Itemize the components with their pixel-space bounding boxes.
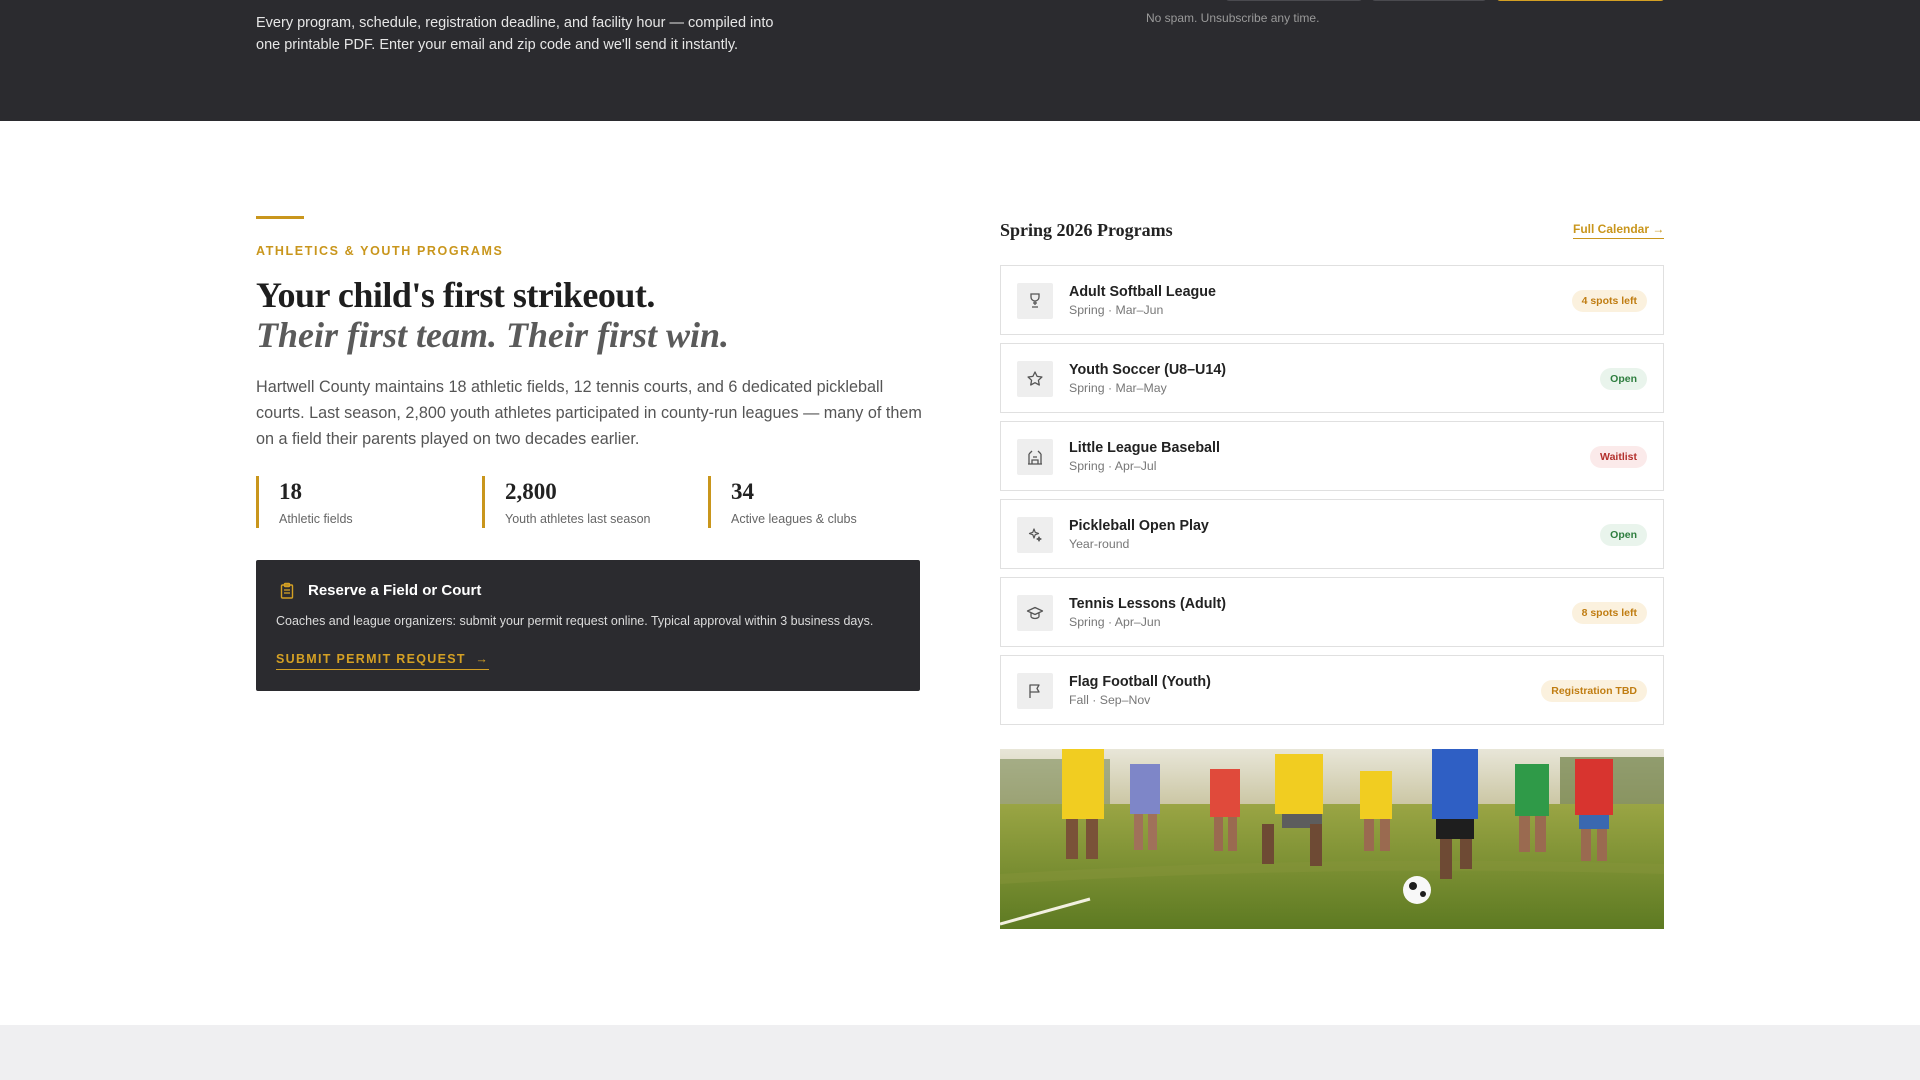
accent-rule bbox=[256, 216, 304, 219]
stat-label: Athletic fields bbox=[279, 512, 353, 526]
stat-value: 2,800 bbox=[505, 479, 557, 504]
stadium-icon bbox=[1017, 439, 1053, 475]
status-badge: Open bbox=[1600, 368, 1647, 390]
status-badge: Open bbox=[1600, 524, 1647, 546]
program-season: Spring · Mar–May bbox=[1069, 381, 1167, 395]
section-eyebrow: ATHLETICS & YOUTH PROGRAMS bbox=[256, 244, 504, 258]
program-season: Fall · Sep–Nov bbox=[1069, 693, 1151, 707]
program-season: Spring · Apr–Jul bbox=[1069, 459, 1157, 473]
program-name: Flag Football (Youth) bbox=[1069, 674, 1211, 690]
permit-description: Coaches and league organizers: submit yo… bbox=[276, 614, 874, 628]
arrow-right-icon: → bbox=[475, 652, 490, 666]
stat-value: 34 bbox=[731, 479, 754, 504]
programs-title: Spring 2026 Programs bbox=[1000, 220, 1173, 240]
hero-headline: Your child's first strikeout. bbox=[256, 275, 655, 315]
program-name: Little League Baseball bbox=[1069, 440, 1220, 456]
graduation-cap-icon bbox=[1017, 595, 1053, 631]
program-season: Year-round bbox=[1069, 537, 1130, 551]
full-calendar-link[interactable]: Full Calendar → bbox=[1573, 222, 1665, 239]
clipboard-icon bbox=[280, 582, 294, 599]
program-name: Adult Softball League bbox=[1069, 284, 1216, 300]
star-icon bbox=[1017, 361, 1053, 397]
zip-input[interactable] bbox=[1372, 0, 1486, 1]
stats-row: 18 Athletic fields 2,800 Youth athletes … bbox=[256, 476, 920, 528]
footer-band bbox=[0, 1025, 1920, 1080]
status-badge: Waitlist bbox=[1590, 446, 1647, 468]
flag-icon bbox=[1017, 673, 1053, 709]
email-input[interactable] bbox=[1226, 0, 1362, 1]
submit-permit-link[interactable]: SUBMIT PERMIT REQUEST → bbox=[276, 652, 490, 670]
program-season: Spring · Apr–Jun bbox=[1069, 615, 1161, 629]
stat-value: 18 bbox=[279, 479, 302, 504]
permit-title: Reserve a Field or Court bbox=[308, 582, 482, 599]
program-item[interactable]: Little League Baseball Spring · Apr–Jul … bbox=[1000, 421, 1664, 491]
hero-subheadline: Their first team. Their first win. bbox=[256, 315, 730, 355]
no-spam-note: No spam. Unsubscribe any time. bbox=[1146, 11, 1320, 25]
program-item[interactable]: Flag Football (Youth) Fall · Sep–Nov Reg… bbox=[1000, 655, 1664, 725]
program-item[interactable]: Adult Softball League Spring · Mar–Jun 4… bbox=[1000, 265, 1664, 335]
status-badge: Registration TBD bbox=[1541, 680, 1647, 702]
newsletter-banner: Every program, schedule, registration de… bbox=[0, 0, 1920, 121]
permit-link-label: SUBMIT PERMIT REQUEST bbox=[276, 652, 466, 666]
program-name: Youth Soccer (U8–U14) bbox=[1069, 362, 1227, 378]
permit-card: Reserve a Field or Court Coaches and lea… bbox=[256, 560, 920, 691]
status-badge: 4 spots left bbox=[1571, 290, 1647, 312]
hero-intro: Hartwell County maintains 18 athletic fi… bbox=[256, 378, 922, 448]
banner-description: Every program, schedule, registration de… bbox=[256, 15, 774, 53]
status-badge: 8 spots left bbox=[1571, 602, 1647, 624]
program-item[interactable]: Tennis Lessons (Adult) Spring · Apr–Jun … bbox=[1000, 577, 1664, 647]
stat-label: Active leagues & clubs bbox=[731, 512, 857, 526]
stat-label: Youth athletes last season bbox=[505, 512, 651, 526]
stat-athletic-fields: 18 Athletic fields bbox=[256, 476, 353, 528]
stat-active-leagues: 34 Active leagues & clubs bbox=[708, 476, 857, 528]
program-season: Spring · Mar–Jun bbox=[1069, 303, 1164, 317]
program-item[interactable]: Pickleball Open Play Year-round Open bbox=[1000, 499, 1664, 569]
stat-youth-athletes: 2,800 Youth athletes last season bbox=[482, 476, 650, 528]
send-guide-button[interactable] bbox=[1497, 0, 1664, 1]
youth-soccer-photo bbox=[1000, 749, 1664, 929]
program-name: Pickleball Open Play bbox=[1069, 518, 1209, 534]
program-name: Tennis Lessons (Adult) bbox=[1069, 596, 1227, 612]
program-list: Adult Softball League Spring · Mar–Jun 4… bbox=[1000, 265, 1664, 733]
program-item[interactable]: Youth Soccer (U8–U14) Spring · Mar–May O… bbox=[1000, 343, 1664, 413]
sparkle-icon bbox=[1017, 517, 1053, 553]
trophy-icon bbox=[1017, 283, 1053, 319]
